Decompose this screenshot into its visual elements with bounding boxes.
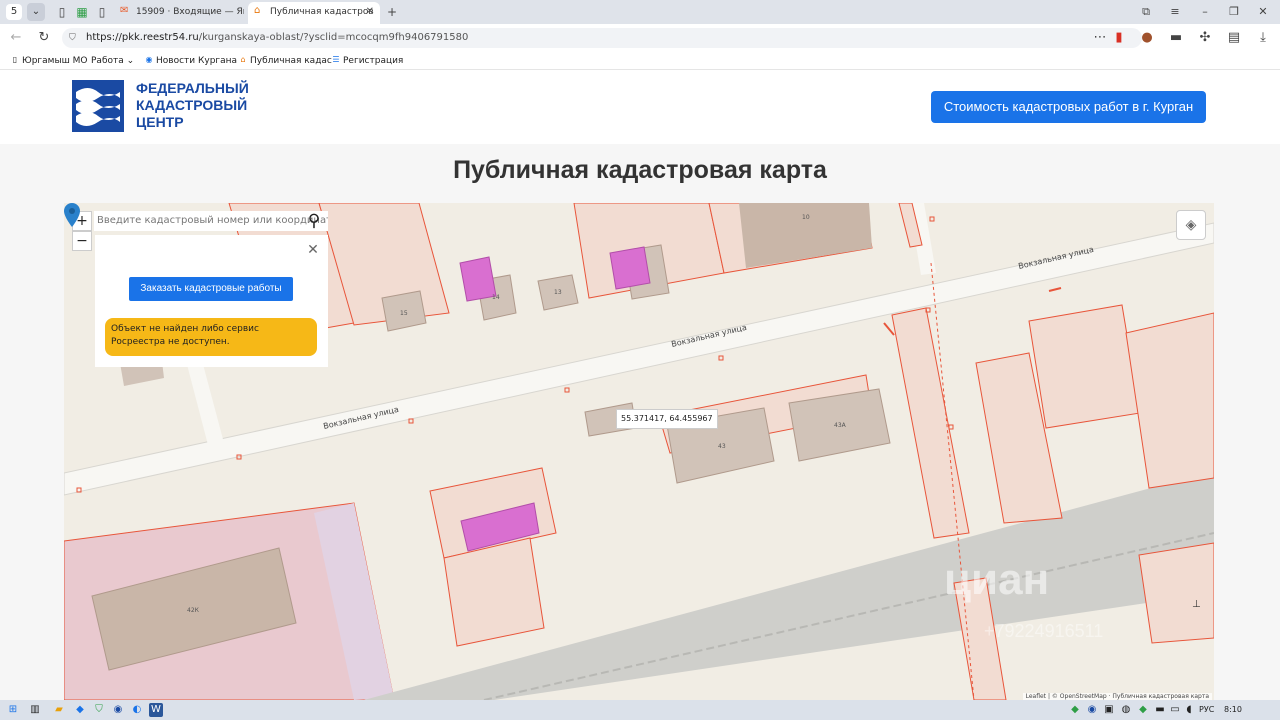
- coordinates-tooltip: 55.371417, 64.455967: [616, 409, 718, 429]
- sidebar-icon[interactable]: ▤: [1226, 30, 1242, 46]
- parcel-number: 13: [554, 289, 562, 296]
- menu-icon[interactable]: ≡: [1167, 4, 1183, 20]
- parcel-number: 43А: [834, 422, 847, 429]
- map-pin-icon[interactable]: [64, 203, 80, 227]
- close-icon[interactable]: ✕: [306, 243, 320, 257]
- word-icon[interactable]: W: [149, 703, 163, 717]
- parcel-number: 42К: [187, 607, 200, 614]
- reload-icon[interactable]: ↻: [36, 30, 52, 46]
- bookmark-icon[interactable]: ▮: [1111, 30, 1127, 46]
- watermark-number: +79224916511: [984, 621, 1104, 641]
- bookmark-label: Публичная кадас: [250, 56, 332, 66]
- bookmark-item[interactable]: ▯ Юргамыш МО: [10, 54, 88, 68]
- minimize-icon[interactable]: –: [1197, 4, 1213, 20]
- close-icon[interactable]: ✕: [366, 2, 374, 22]
- network-icon[interactable]: ▭: [1168, 703, 1182, 717]
- document-icon: ▯: [12, 55, 18, 64]
- logo-line: ФЕДЕРАЛЬНЫЙ: [136, 80, 249, 96]
- bookmarks-bar: ▯ Юргамыш МО Работа ⌄ ◉ Новости Кургана ⌂ П…: [0, 52, 1280, 70]
- browser-icon[interactable]: ◉: [111, 703, 125, 717]
- bookmark-label: Работа: [91, 56, 124, 66]
- bookmark-item[interactable]: ⌂ Публичная кадас: [238, 54, 332, 68]
- parcel-number: 14: [492, 294, 500, 301]
- bookmark-item[interactable]: ☰ Регистрация: [331, 54, 403, 68]
- extension-icon[interactable]: ●: [1139, 30, 1155, 46]
- logo-icon[interactable]: [72, 80, 124, 132]
- task-view-icon[interactable]: ▥: [28, 703, 42, 717]
- folder-icon[interactable]: ▰: [52, 703, 66, 717]
- mail-icon: ✉: [120, 5, 129, 16]
- shield-icon: ⛉: [69, 33, 76, 43]
- parcel-number: 10: [802, 214, 810, 221]
- app-icon[interactable]: ◆: [73, 703, 87, 717]
- home-icon: ⌂: [240, 55, 246, 64]
- taskbar: ⊞ ▥ ▰ ◆ ⛉ ◉ ◐ W ◆ ◉ ▣ ◍ ◆ ▬ ▭ ◖ РУС 8:10: [0, 700, 1280, 720]
- document-icon[interactable]: ▯: [94, 4, 110, 20]
- home-icon: ⌂: [254, 5, 261, 16]
- browser-tab-bar: 5 ⌄ ▯ ▦ ▯ ✉ 15909 · Входящие — Янд ⌂ Пуб…: [0, 0, 1280, 24]
- cadastral-search-input[interactable]: Введите кадастровый номер или координаты: [94, 211, 328, 231]
- bookmark-label: Юргамыш МО: [22, 56, 88, 66]
- svg-text:⊥: ⊥: [1192, 599, 1201, 610]
- logo-line: ЦЕНТР: [136, 114, 184, 130]
- tab-cadastral-map[interactable]: ⌂ Публичная кадастров ✕: [248, 2, 380, 24]
- watermark-text: циан: [944, 555, 1050, 604]
- tray-icon[interactable]: ◍: [1119, 703, 1133, 717]
- zoom-out-button[interactable]: −: [72, 231, 92, 251]
- page-title: Публичная кадастровая карта: [453, 156, 827, 184]
- tray-icon[interactable]: ◆: [1068, 703, 1082, 717]
- address-bar: ← ↻ ⛉ https://pkk.reestr54.ru/kurganskay…: [0, 24, 1280, 52]
- chevron-down-icon: ⌄: [126, 56, 135, 66]
- tab-mail[interactable]: ✉ 15909 · Входящие — Янд: [114, 2, 244, 24]
- more-icon[interactable]: ⋯: [1092, 30, 1108, 46]
- bookmarks-panel-icon[interactable]: ⧉: [1138, 4, 1154, 20]
- logo-text[interactable]: ФЕДЕРАЛЬНЫЙ КАДАСТРОВЫЙ ЦЕНТР: [136, 80, 249, 131]
- cadastral-cost-button[interactable]: Стоимость кадастровых работ в г. Курган: [931, 91, 1206, 123]
- restore-icon[interactable]: ❐: [1226, 4, 1242, 20]
- apps-grid-icon[interactable]: ▦: [74, 4, 90, 20]
- close-window-icon[interactable]: ✕: [1255, 4, 1271, 20]
- info-popup: ✕ Заказать кадастровые работы Объект не …: [95, 235, 328, 367]
- warning-message: Объект не найден либо сервис Росреестра …: [105, 318, 317, 356]
- new-tab-icon[interactable]: +: [384, 4, 400, 20]
- tab-counter[interactable]: 5: [6, 4, 22, 20]
- globe-icon: ◉: [145, 55, 153, 64]
- extension-icon[interactable]: ▬: [1168, 30, 1184, 46]
- logo-line: КАДАСТРОВЫЙ: [136, 97, 248, 113]
- clock[interactable]: 8:10: [1224, 704, 1242, 716]
- site-header: ФЕДЕРАЛЬНЫЙ КАДАСТРОВЫЙ ЦЕНТР Стоимость …: [0, 70, 1280, 144]
- bookmark-item[interactable]: ◉ Новости Кургана: [144, 54, 238, 68]
- list-icon: ☰: [332, 55, 340, 64]
- bookmark-label: Новости Кургана: [156, 56, 238, 66]
- parcel-number: 43: [718, 443, 726, 450]
- order-cadastral-works-button[interactable]: Заказать кадастровые работы: [129, 277, 293, 301]
- url-field[interactable]: ⛉ https://pkk.reestr54.ru/kurganskaya-ob…: [62, 28, 1142, 48]
- url-host: https://pkk.reestr54.ru: [86, 32, 199, 43]
- start-icon[interactable]: ⊞: [6, 703, 20, 717]
- url-path: /kurganskaya-oblast/?ysclid=mcocqm9fh940…: [198, 32, 469, 43]
- app-icon[interactable]: ◐: [130, 703, 144, 717]
- back-icon[interactable]: ←: [8, 30, 24, 46]
- document-icon[interactable]: ▯: [54, 4, 70, 20]
- download-icon[interactable]: ⤓: [1255, 30, 1271, 46]
- parcel-number: 15: [400, 310, 408, 317]
- tab-title: 15909 · Входящие — Янд: [136, 7, 244, 17]
- bookmark-label: Регистрация: [343, 56, 404, 66]
- layers-icon[interactable]: ◈: [1176, 210, 1206, 240]
- bookmark-folder[interactable]: Работа ⌄: [80, 54, 134, 68]
- shield-icon[interactable]: ⛉: [92, 703, 106, 717]
- tray-icon[interactable]: ▣: [1102, 703, 1116, 717]
- puzzle-icon[interactable]: ✣: [1197, 30, 1213, 46]
- tab-title: Публичная кадастров: [270, 7, 374, 17]
- chevron-down-icon[interactable]: ⌄: [27, 3, 45, 21]
- tray-icon[interactable]: ◉: [1085, 703, 1099, 717]
- volume-icon[interactable]: ◖: [1182, 703, 1196, 717]
- map-attribution[interactable]: Leaflet | © OpenStreetMap · Публичная ка…: [1022, 693, 1212, 700]
- cadastral-map[interactable]: Вокзальная улица Вокзальная улица Вокзал…: [64, 203, 1214, 700]
- search-icon[interactable]: ⚲: [302, 209, 326, 233]
- tray-icon[interactable]: ▬: [1153, 703, 1167, 717]
- tray-icon[interactable]: ◆: [1136, 703, 1150, 717]
- language-indicator[interactable]: РУС: [1199, 704, 1214, 716]
